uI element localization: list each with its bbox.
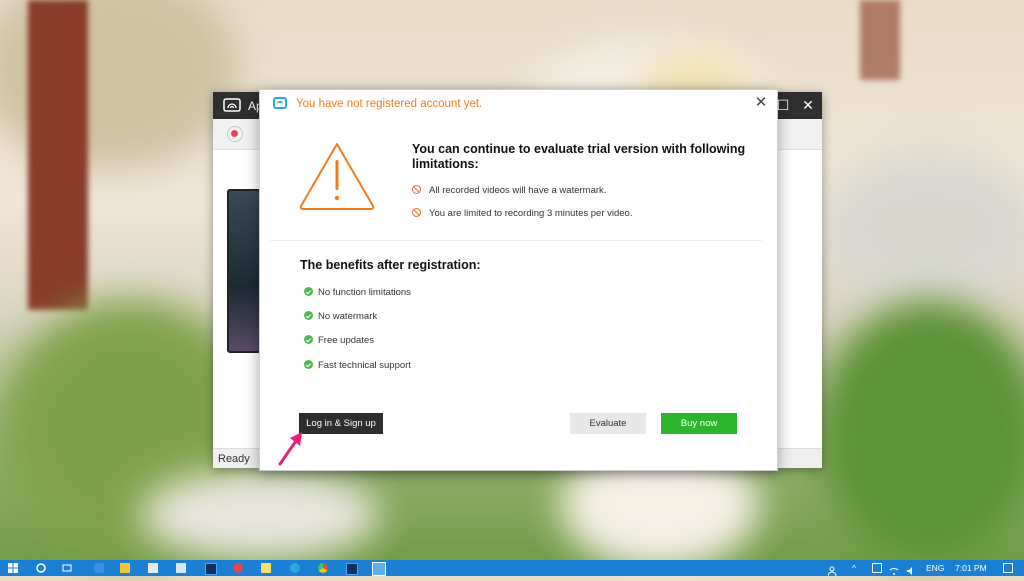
warning-icon: [299, 143, 375, 210]
limitations-heading: You can continue to evaluate trial versi…: [412, 142, 746, 171]
annotation-arrow-icon: [278, 432, 302, 466]
benefit-item: No watermark: [304, 311, 377, 322]
app-logo-icon: [273, 97, 287, 109]
ban-icon: [412, 208, 421, 217]
dialog-header: You have not registered account yet. ✕: [260, 90, 777, 118]
photoshop-icon[interactable]: [205, 563, 217, 575]
mirror-app-icon[interactable]: [372, 562, 386, 576]
record-button[interactable]: [227, 126, 243, 142]
task-view-icon[interactable]: [62, 563, 72, 573]
notes-icon[interactable]: [261, 563, 271, 573]
battery-icon[interactable]: [872, 563, 882, 573]
buy-now-button[interactable]: Buy now: [661, 413, 737, 434]
volume-icon[interactable]: [906, 563, 916, 575]
limitation-item: All recorded videos will have a watermar…: [412, 185, 606, 196]
check-icon: [304, 311, 313, 320]
device-preview: [227, 189, 261, 353]
ban-icon: [412, 185, 421, 194]
evaluate-button[interactable]: Evaluate: [570, 413, 646, 434]
record-app-icon[interactable]: [233, 563, 243, 573]
file-explorer-icon[interactable]: [120, 563, 130, 573]
benefit-item: Free updates: [304, 335, 374, 346]
divider: [270, 240, 762, 241]
mail-icon[interactable]: [176, 563, 186, 573]
photoshop-icon[interactable]: [346, 563, 358, 575]
edge-icon[interactable]: [94, 563, 104, 573]
benefit-item: No function limitations: [304, 287, 411, 298]
check-icon: [304, 335, 313, 344]
people-icon[interactable]: [827, 563, 838, 577]
benefits-heading: The benefits after registration:: [300, 258, 481, 272]
close-icon[interactable]: ✕: [800, 96, 816, 114]
check-icon: [304, 360, 313, 369]
login-signup-button[interactable]: Log in & Sign up: [299, 413, 383, 434]
notification-center-icon[interactable]: [1003, 563, 1013, 573]
windows-start-icon[interactable]: [8, 563, 18, 573]
skype-icon[interactable]: [290, 563, 300, 573]
taskbar: ^ ENG 7:01 PM: [0, 560, 1024, 577]
registration-dialog: You have not registered account yet. ✕ Y…: [259, 89, 778, 471]
dialog-title: You have not registered account yet.: [296, 98, 483, 110]
wifi-icon[interactable]: [889, 563, 899, 575]
chrome-icon[interactable]: [318, 563, 328, 573]
clock[interactable]: 7:01 PM: [955, 563, 987, 573]
language-indicator[interactable]: ENG: [926, 563, 944, 573]
limitation-item: You are limited to recording 3 minutes p…: [412, 208, 633, 219]
dialog-close-button[interactable]: ✕: [753, 95, 769, 111]
check-icon: [304, 287, 313, 296]
store-icon[interactable]: [148, 563, 158, 573]
tray-chevron-icon[interactable]: ^: [852, 563, 856, 573]
benefit-item: Fast technical support: [304, 360, 411, 371]
screen-mirror-icon: [223, 98, 241, 112]
cortana-icon[interactable]: [36, 563, 46, 573]
